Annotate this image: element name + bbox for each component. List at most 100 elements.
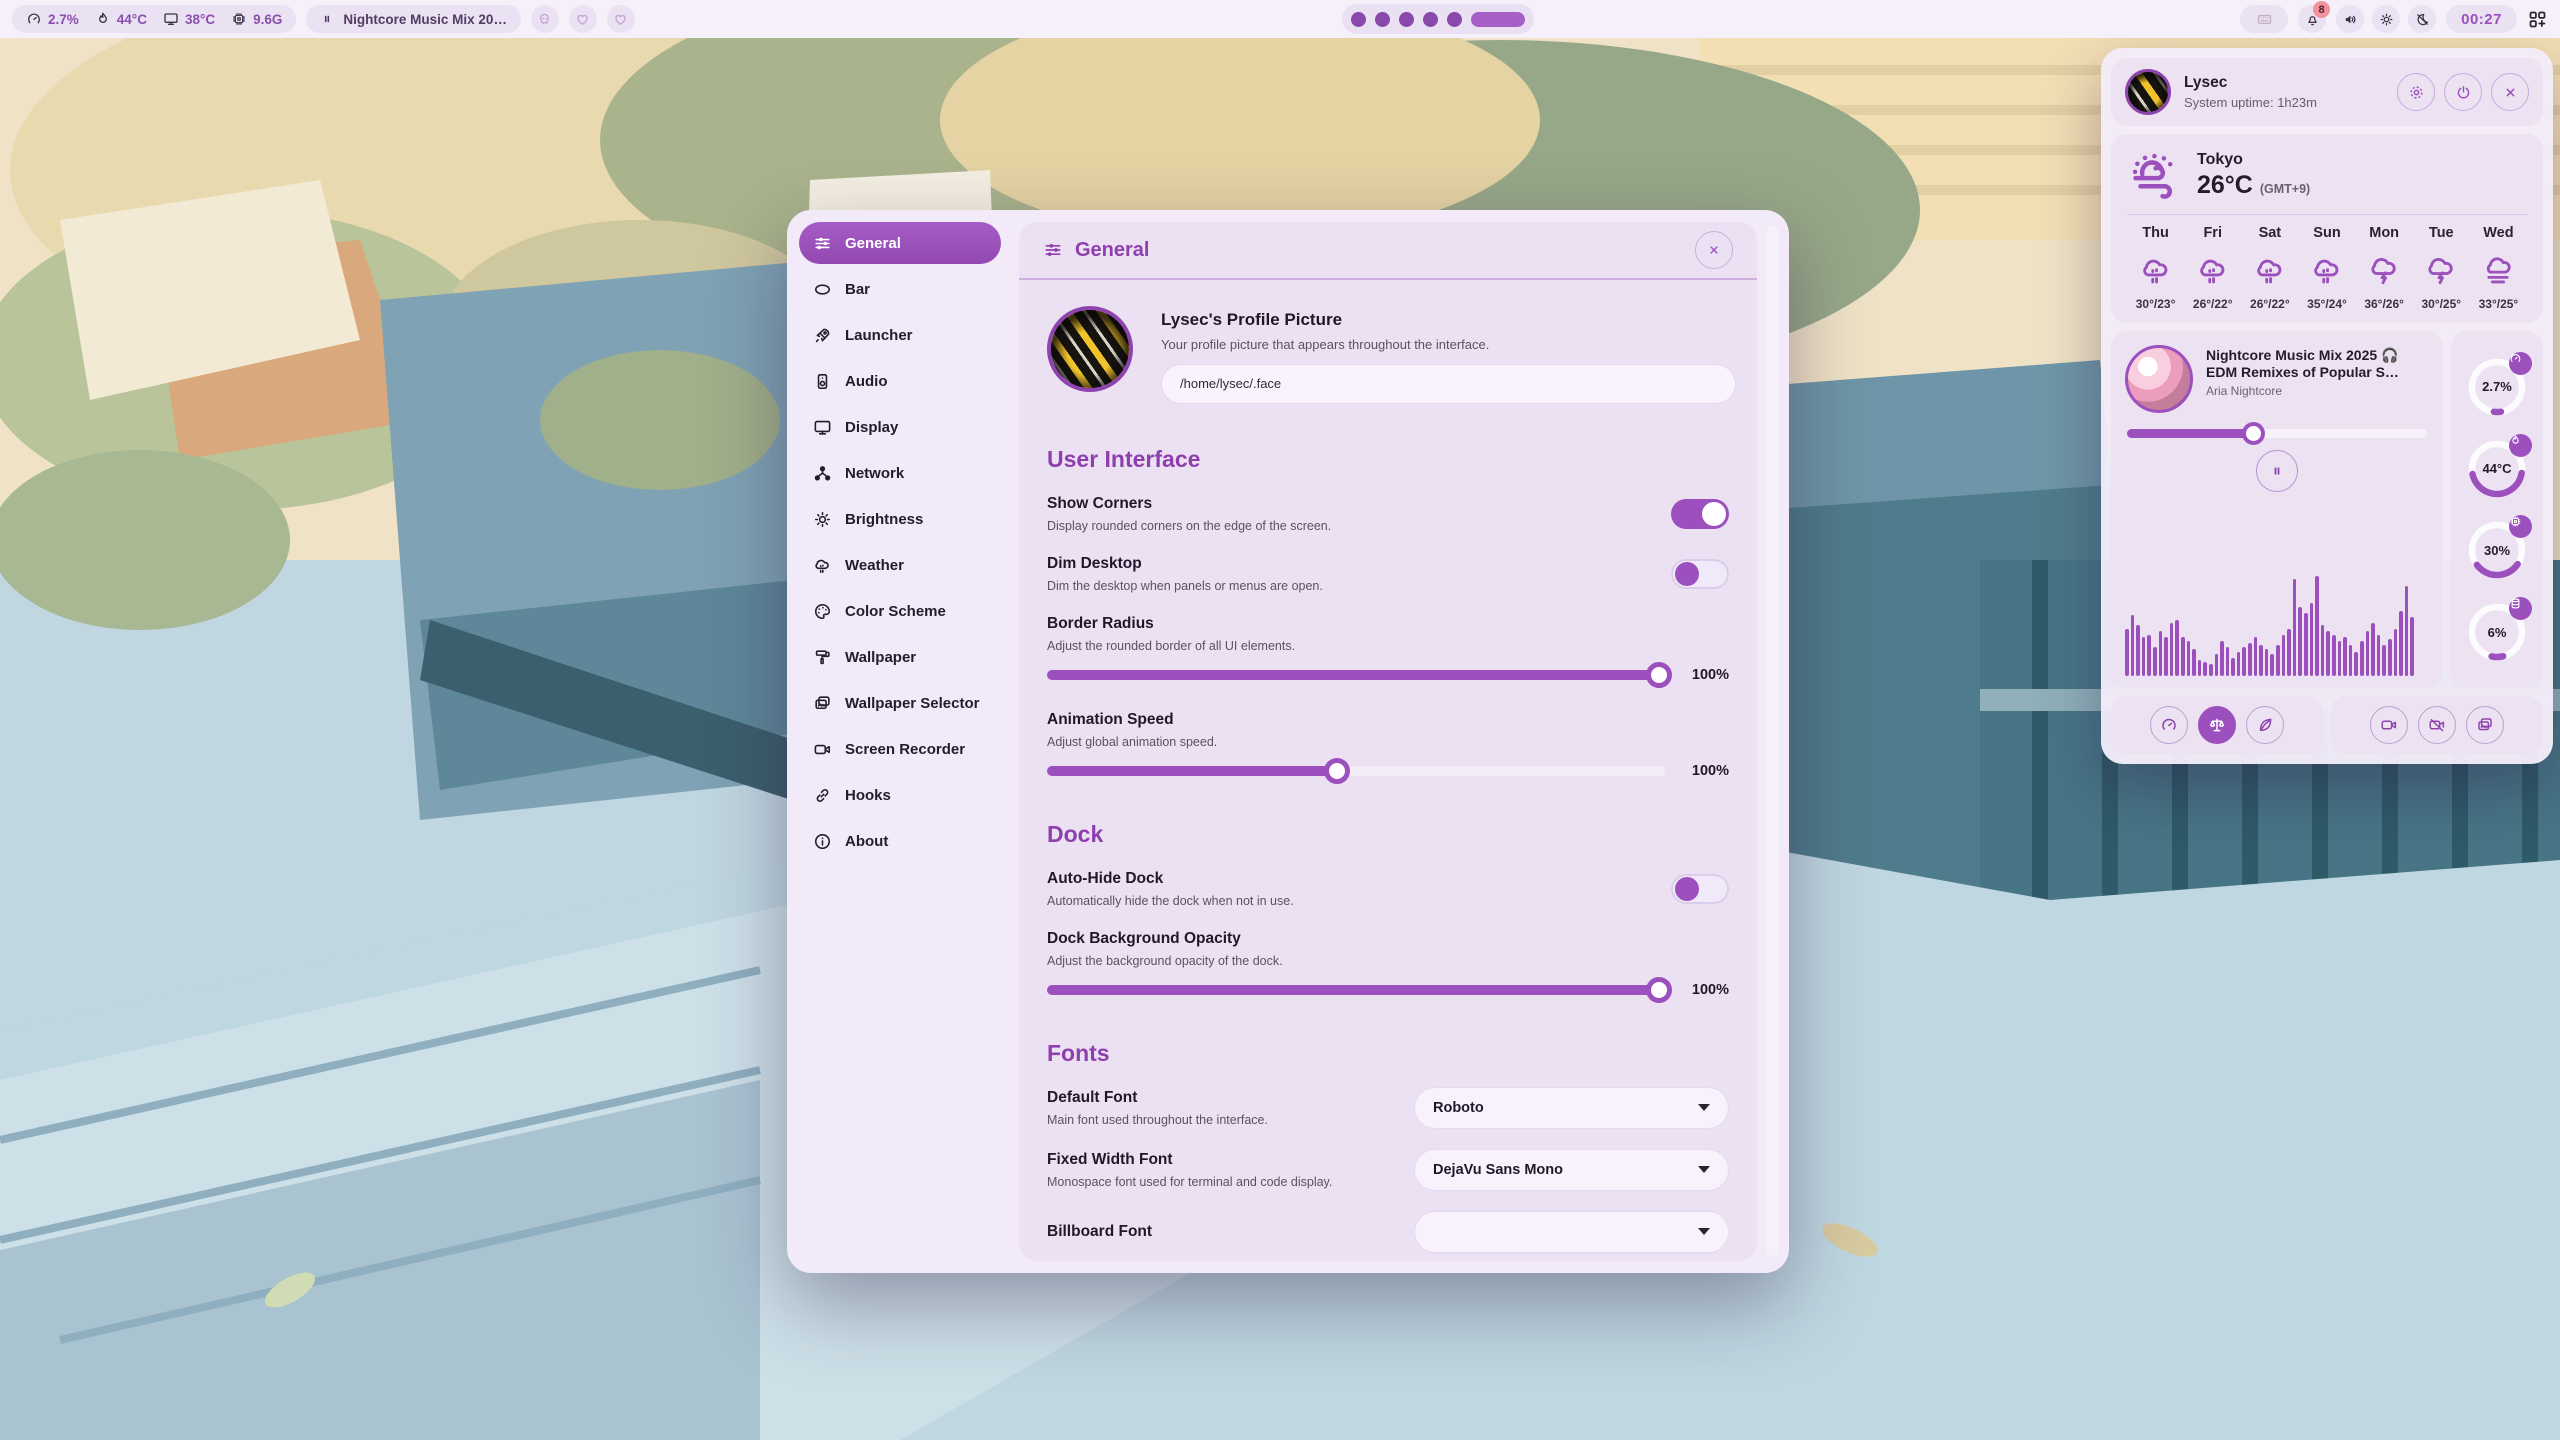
volume-button[interactable] — [2336, 5, 2364, 33]
toggle-knob[interactable] — [1702, 502, 1726, 526]
workspace-dot[interactable] — [1399, 12, 1414, 27]
profile-path-input[interactable]: /home/lysec/.face — [1161, 364, 1736, 404]
heart-button[interactable] — [569, 5, 597, 33]
sidebar-item-wallpaper-selector[interactable]: Wallpaper Selector — [799, 682, 1001, 724]
workspace-indicator[interactable] — [1342, 4, 1534, 34]
gear-button[interactable] — [2397, 73, 2435, 111]
system-stats-pill[interactable]: 2.7% 44°C 38°C 9.6G — [12, 5, 296, 33]
tool-camera-off-button[interactable] — [2418, 706, 2456, 744]
close-icon — [2502, 84, 2519, 101]
volume-icon — [2343, 12, 2358, 27]
sun-button[interactable] — [2372, 5, 2400, 33]
sidebar-item-bar[interactable]: Bar — [799, 268, 1001, 310]
workspace-dot[interactable] — [1423, 12, 1438, 27]
progress-knob[interactable] — [2242, 422, 2265, 445]
sidebar-item-screen-recorder[interactable]: Screen Recorder — [799, 728, 1001, 770]
videocam-icon — [2380, 716, 2398, 734]
visualizer-bar — [2170, 623, 2174, 676]
visualizer-bar — [2354, 652, 2358, 676]
notifications-button[interactable]: 8 — [2298, 5, 2326, 33]
stat-monitor: 38°C — [163, 11, 215, 27]
slider-knob[interactable] — [1646, 977, 1672, 1003]
toggle-off[interactable] — [1671, 874, 1729, 904]
stat-flame: 44°C — [95, 11, 147, 27]
workspace-dot-active[interactable] — [1471, 12, 1525, 27]
font-select[interactable]: DejaVu Sans Mono — [1414, 1149, 1729, 1191]
system-uptime: System uptime: 1h23m — [2184, 95, 2317, 110]
close-button[interactable] — [1695, 231, 1733, 269]
visualizer-bar — [2287, 629, 2291, 676]
slider-knob[interactable] — [1646, 662, 1672, 688]
sidebar-item-wallpaper[interactable]: Wallpaper — [799, 636, 1001, 678]
media-pill[interactable]: Nightcore Music Mix 20… — [306, 5, 521, 33]
monitor-icon — [813, 418, 832, 437]
workspace-dot[interactable] — [1351, 12, 1366, 27]
tray-item[interactable] — [2240, 5, 2288, 33]
visualizer-bar — [2315, 576, 2319, 676]
font-select[interactable] — [1414, 1211, 1729, 1253]
sidebar-item-label: Wallpaper Selector — [845, 695, 980, 712]
track-progress-slider[interactable] — [2127, 429, 2427, 438]
link-icon — [813, 786, 832, 805]
tool-videocam-button[interactable] — [2370, 706, 2408, 744]
forecast-temps: 26°/22° — [2193, 297, 2233, 311]
heart-button[interactable] — [607, 5, 635, 33]
profile-leaf-button[interactable] — [2246, 706, 2284, 744]
toggle-knob[interactable] — [1675, 562, 1699, 586]
clock-pill[interactable]: 00:27 — [2446, 5, 2517, 33]
sidebar-item-display[interactable]: Display — [799, 406, 1001, 448]
overview-button[interactable] — [2527, 9, 2548, 30]
sidebar-item-about[interactable]: About — [799, 820, 1001, 862]
toggle-knob[interactable] — [1675, 877, 1699, 901]
profile-gauge-button[interactable] — [2150, 706, 2188, 744]
sidebar-item-color-scheme[interactable]: Color Scheme — [799, 590, 1001, 632]
visualizer-bar — [2399, 611, 2403, 676]
visualizer-bar — [2276, 645, 2280, 676]
chevron-down-icon — [1698, 1166, 1710, 1173]
sidebar-item-brightness[interactable]: Brightness — [799, 498, 1001, 540]
tool-images-button[interactable] — [2466, 706, 2504, 744]
sidebar-item-hooks[interactable]: Hooks — [799, 774, 1001, 816]
slider-value: 100% — [1683, 763, 1729, 779]
slider-fill — [1047, 766, 1337, 776]
setting-description: Monospace font used for terminal and cod… — [1047, 1175, 1332, 1189]
slider-track[interactable] — [1047, 670, 1665, 680]
sidebar-item-general[interactable]: General — [799, 222, 1001, 264]
moon-off-button[interactable] — [2408, 5, 2436, 33]
play-pause-button[interactable] — [2256, 450, 2298, 492]
forecast-day-label: Thu — [2142, 225, 2169, 241]
sidebar-item-audio[interactable]: Audio — [799, 360, 1001, 402]
toggle-on[interactable] — [1671, 499, 1729, 529]
sidebar-item-label: Hooks — [845, 787, 891, 804]
audio-visualizer — [2125, 574, 2429, 676]
workspace-dot[interactable] — [1447, 12, 1462, 27]
sidebar-item-label: About — [845, 833, 888, 850]
storm-icon — [2424, 253, 2458, 287]
top-bar: 2.7% 44°C 38°C 9.6G Nightcore Music Mix 20…… — [0, 0, 2560, 38]
info-icon — [813, 832, 832, 851]
visualizer-bar — [2388, 639, 2392, 676]
skull-button[interactable] — [531, 5, 559, 33]
power-button[interactable] — [2444, 73, 2482, 111]
workspace-dot[interactable] — [1375, 12, 1390, 27]
sidebar-item-network[interactable]: Network — [799, 452, 1001, 494]
visualizer-bar — [2248, 643, 2252, 676]
sidebar-item-launcher[interactable]: Launcher — [799, 314, 1001, 356]
quick-toggles — [2336, 5, 2436, 33]
slider-track[interactable] — [1047, 766, 1665, 776]
stat-gauge: 2.7% — [26, 11, 79, 27]
gear-icon — [2408, 84, 2425, 101]
setting-row-auto-hide-dock: Auto-Hide DockAutomatically hide the doc… — [1047, 870, 1729, 908]
slider-knob[interactable] — [1324, 758, 1350, 784]
visualizer-bar — [2226, 647, 2230, 676]
profile-scales-button[interactable] — [2198, 706, 2236, 744]
sidebar-item-weather[interactable]: Weather — [799, 544, 1001, 586]
weather-timezone: (GMT+9) — [2260, 182, 2310, 196]
slider-track[interactable] — [1047, 985, 1665, 995]
scrollbar[interactable] — [1766, 226, 1779, 1257]
toggle-off[interactable] — [1671, 559, 1729, 589]
close-button[interactable] — [2491, 73, 2529, 111]
gauge-gauge: 2.7% — [2465, 355, 2529, 419]
font-select[interactable]: Roboto — [1414, 1087, 1729, 1129]
stat-value: 9.6G — [253, 12, 282, 27]
